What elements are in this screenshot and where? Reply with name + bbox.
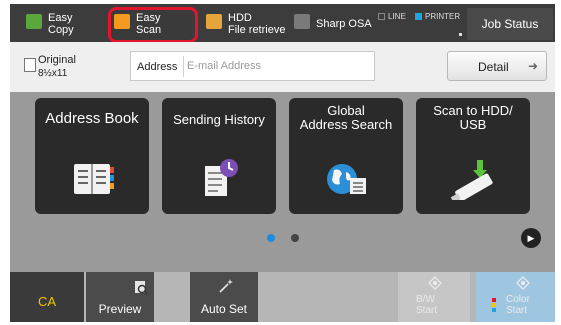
detail-button[interactable]: Detail ➜ bbox=[447, 51, 547, 81]
auto-set-label: Auto Set bbox=[200, 302, 248, 316]
usb-icon bbox=[447, 158, 499, 203]
tab-label: Easy bbox=[48, 12, 73, 24]
color-start-button[interactable]: Color Start bbox=[476, 272, 555, 322]
history-icon bbox=[193, 158, 245, 200]
preview-icon bbox=[134, 280, 148, 299]
tile-label: Address Book bbox=[45, 110, 139, 127]
tile-label: Scan to HDD/USB bbox=[420, 104, 526, 132]
address-book-icon bbox=[66, 158, 118, 200]
arrow-right-icon: ➜ bbox=[528, 59, 539, 73]
printer-status-icon bbox=[415, 13, 422, 20]
original-paper-icon[interactable] bbox=[24, 58, 36, 72]
tab-label: Sharp OSA bbox=[316, 18, 372, 30]
main-area: Address Book Sending History Global Addr… bbox=[10, 92, 555, 272]
color-bar-icon bbox=[492, 298, 496, 312]
folder-icon bbox=[206, 14, 222, 29]
tile-label: Sending History bbox=[173, 112, 265, 127]
tab-easy-copy[interactable]: Easy Copy bbox=[22, 8, 100, 40]
line-status-icon bbox=[378, 13, 385, 20]
printer-indicator: PRINTER bbox=[415, 12, 460, 21]
auto-set-button[interactable]: Auto Set bbox=[190, 272, 258, 322]
tab-hdd-file-retrieve[interactable]: HDD File retrieve bbox=[202, 8, 288, 40]
tab-label: Copy bbox=[48, 24, 74, 36]
tab-sharp-osa[interactable]: Sharp OSA bbox=[290, 8, 380, 40]
mode-bar: Easy Copy Easy Scan HDD File retrieve Sharp… bbox=[10, 4, 555, 43]
tab-label: File retrieve bbox=[228, 24, 286, 36]
address-divider bbox=[183, 56, 184, 77]
global-search-icon bbox=[320, 158, 372, 200]
bw-start-button[interactable]: B/W Start bbox=[398, 272, 470, 322]
email-address-input[interactable] bbox=[187, 54, 367, 78]
original-size[interactable]: 8½x11 bbox=[38, 68, 67, 79]
printer-label: PRINTER bbox=[425, 12, 461, 21]
tab-label: HDD bbox=[228, 12, 252, 24]
tile-label-line: Global bbox=[327, 103, 365, 118]
tile-label-line: Address Search bbox=[299, 117, 393, 132]
copy-icon bbox=[26, 14, 42, 29]
preview-button[interactable]: Preview bbox=[86, 272, 154, 322]
page-indicator[interactable] bbox=[291, 234, 299, 242]
play-icon: ▶ bbox=[527, 233, 535, 243]
line-label: LINE bbox=[388, 12, 406, 21]
tile-label-line: USB bbox=[459, 117, 487, 132]
original-label[interactable]: Original bbox=[38, 54, 76, 66]
address-field[interactable]: Address bbox=[130, 51, 375, 81]
clear-all-button[interactable]: CA bbox=[10, 272, 84, 322]
address-row: Original 8½x11 Address Detail ➜ bbox=[10, 42, 555, 92]
magic-wand-icon bbox=[218, 278, 234, 297]
scan-to-hdd-usb-button[interactable]: Scan to HDD/USB bbox=[416, 98, 530, 214]
start-diamond-icon bbox=[516, 276, 530, 295]
indicator-dot bbox=[459, 33, 462, 36]
start-diamond-icon bbox=[428, 276, 442, 295]
action-bar: CA Preview Auto Set B/W Start Color Star… bbox=[10, 272, 555, 322]
scan-screen: Easy Copy Easy Scan HDD File retrieve Sharp… bbox=[10, 4, 555, 322]
bw-start-label: B/W Start bbox=[416, 294, 438, 316]
detail-label: Detail bbox=[478, 60, 509, 74]
global-address-search-button[interactable]: Global Address Search bbox=[289, 98, 403, 214]
sending-history-button[interactable]: Sending History bbox=[162, 98, 276, 214]
color-start-label: Color Start bbox=[506, 294, 530, 316]
line-indicator: LINE bbox=[378, 12, 406, 21]
address-label: Address bbox=[137, 61, 178, 73]
preview-label: Preview bbox=[98, 302, 142, 316]
tile-label-line: Scan to HDD/ bbox=[433, 103, 513, 118]
osa-icon bbox=[294, 14, 310, 29]
job-status-button[interactable]: Job Status bbox=[467, 8, 553, 40]
selected-tab-highlight bbox=[108, 7, 198, 43]
next-page-button[interactable]: ▶ bbox=[521, 228, 541, 248]
address-book-button[interactable]: Address Book bbox=[35, 98, 149, 214]
page-indicator-current bbox=[267, 234, 275, 242]
tile-label: Global Address Search bbox=[293, 104, 399, 132]
